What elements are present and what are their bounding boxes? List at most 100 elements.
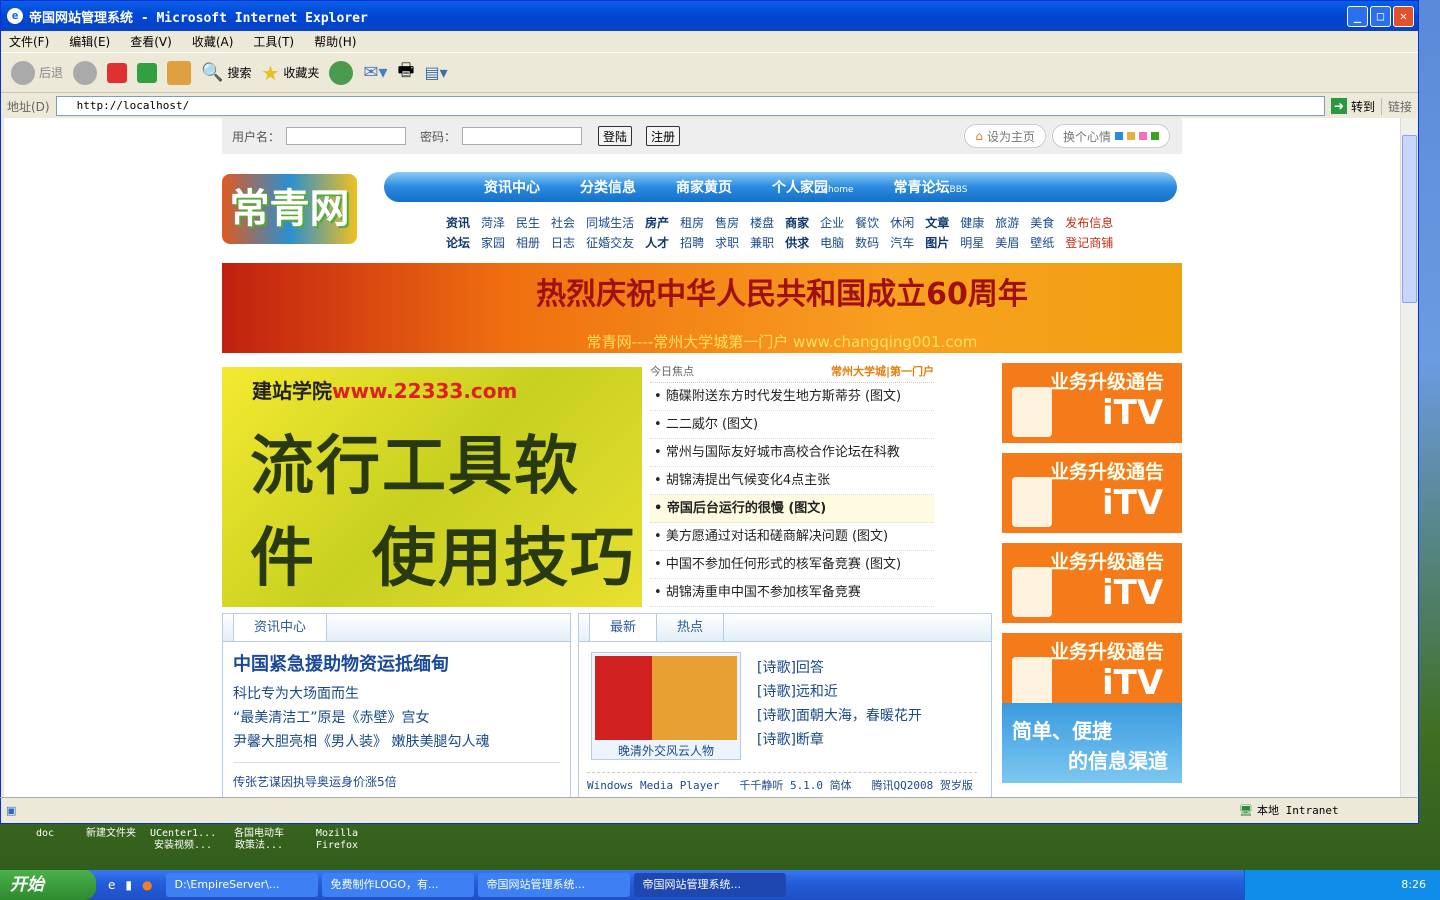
search-button[interactable]: 🔍 搜索 (201, 62, 251, 83)
nav-forum[interactable]: 常青论坛BBS (894, 177, 968, 197)
subnav-link[interactable]: 租房 (680, 214, 704, 231)
password-input[interactable] (462, 127, 583, 145)
subnav-link[interactable]: 售房 (715, 214, 739, 231)
print-button[interactable]: 🖶 (398, 58, 415, 88)
itv-ad[interactable]: 业务升级通告 iTV (1002, 453, 1182, 533)
tab-news-center[interactable]: 资讯中心 (233, 614, 328, 641)
mood-color-blue[interactable] (1115, 132, 1123, 140)
desktop-icon[interactable]: 新建文件夹 (78, 828, 144, 840)
subnav-link[interactable]: 民生 (516, 214, 540, 231)
subnav-link[interactable]: 文章 (925, 214, 949, 231)
menu-tools[interactable]: 工具(T) (253, 33, 294, 50)
download-links[interactable]: Windows Media Player 千千静听 5.1.0 简体 腾讯QQ2… (587, 772, 977, 793)
task-explorer[interactable]: D:\EmpireServer\... (166, 873, 319, 897)
menu-edit[interactable]: 编辑(E) (69, 33, 110, 50)
subnav-link[interactable]: 数码 (855, 234, 879, 251)
subnav-link[interactable]: 招聘 (680, 234, 704, 251)
desktop-icon[interactable]: 各国电动车 政策法... (226, 828, 292, 852)
subnav-link[interactable]: 求职 (715, 234, 739, 251)
subnav-link[interactable]: 美眉 (995, 234, 1019, 251)
subnav-link[interactable]: 楼盘 (750, 214, 774, 231)
subnav-link[interactable]: 人才 (645, 234, 669, 251)
focus-news-item[interactable]: • 随碟附送东方时代发生地方斯蒂芬 (图文) (650, 383, 934, 411)
subnav-link[interactable]: 美食 (1030, 214, 1054, 231)
mood-color-green[interactable] (1151, 132, 1159, 140)
tab-latest[interactable]: 最新 (589, 614, 658, 641)
close-button[interactable]: ✕ (1393, 6, 1414, 27)
subnav-link[interactable]: 健康 (960, 214, 984, 231)
stop-button[interactable] (107, 62, 128, 83)
news-headline[interactable]: 中国紧急援助物资运抵缅甸 (233, 650, 560, 676)
subnav-link[interactable]: 兼职 (750, 234, 774, 251)
poem-item[interactable]: [诗歌]断章 (757, 728, 922, 752)
itv-ad[interactable]: 业务升级通告 iTV (1002, 543, 1182, 623)
subnav-link[interactable]: 相册 (516, 234, 540, 251)
desktop-icon[interactable]: UCenter1... 安装视频... (150, 828, 216, 852)
minimize-button[interactable]: _ (1347, 6, 1368, 27)
subnav-link[interactable]: 图片 (925, 234, 949, 251)
mood-color-pink[interactable] (1139, 132, 1147, 140)
anniversary-banner[interactable]: 热烈庆祝中华人民共和国成立60周年 常青网----常州大学城第一门户 www.c… (222, 263, 1182, 353)
news-more-item[interactable]: 传张艺谋因执导奥运身价涨5倍 (233, 762, 560, 790)
clock[interactable]: 8:26 (1401, 878, 1426, 891)
subnav-link[interactable]: 同城生活 (586, 214, 634, 231)
nav-classifieds[interactable]: 分类信息 (580, 177, 636, 197)
book-card[interactable]: 晚清外交风云人物 (591, 652, 741, 760)
subnav-link[interactable]: 资讯 (446, 214, 470, 231)
itv-ad[interactable]: 业务升级通告 iTV (1002, 363, 1182, 443)
subnav-link[interactable]: 企业 (820, 214, 844, 231)
news-item[interactable]: 尹馨大胆亮相《男人装》 嫩肤美腿勾人魂 (233, 730, 560, 754)
subnav-link[interactable]: 旅游 (995, 214, 1019, 231)
subnav-link[interactable]: 菏泽 (481, 214, 505, 231)
subnav-link[interactable]: 征婚交友 (586, 234, 634, 251)
subnav-link[interactable]: 商家 (785, 214, 809, 231)
quicklaunch-ie-icon[interactable]: e (108, 878, 115, 892)
menu-help[interactable]: 帮助(H) (314, 33, 356, 50)
menu-favorites[interactable]: 收藏(A) (192, 33, 234, 50)
news-item[interactable]: “最美清洁工”原是《赤壁》宫女 (233, 706, 560, 730)
poem-item[interactable]: [诗歌]远和近 (757, 680, 922, 704)
set-home-button[interactable]: ⌂ 设为主页 (964, 124, 1046, 148)
subnav-link[interactable]: 供求 (785, 234, 809, 251)
subnav-link[interactable]: 日志 (551, 234, 575, 251)
subnav-link[interactable]: 壁纸 (1030, 234, 1054, 251)
focus-news-item[interactable]: • 胡锦涛提出气候变化4点主张 (650, 467, 934, 495)
favorites-button[interactable]: ★ 收藏夹 (261, 61, 319, 85)
info-channel-ad[interactable]: 简单、便捷 的信息渠道 (1002, 703, 1182, 783)
tab-hot[interactable]: 热点 (657, 614, 725, 641)
menu-file[interactable]: 文件(F) (9, 33, 49, 50)
focus-news-item[interactable]: • 中国不参加任何形式的核军备竞赛 (图文) (650, 551, 934, 579)
refresh-button[interactable] (137, 62, 158, 83)
scrollbar-thumb[interactable] (1402, 135, 1417, 303)
subnav-link[interactable]: 汽车 (890, 234, 914, 251)
subnav-link[interactable]: 电脑 (820, 234, 844, 251)
focus-news-item[interactable]: • 美方愿通过对话和磋商解决问题 (图文) (650, 523, 934, 551)
flash-slideshow[interactable]: 建站学院www.22333.com 流行工具软件 使用技巧 (222, 367, 642, 607)
focus-news-item[interactable]: • 二二威尔 (图文) (650, 411, 934, 439)
poem-item[interactable]: [诗歌]面朝大海，春暖花开 (757, 704, 922, 728)
task-logo[interactable]: 免费制作LOGO，有... (322, 873, 475, 897)
subnav-link[interactable]: 休闲 (890, 214, 914, 231)
back-button[interactable]: 后退 (11, 60, 63, 85)
links-button[interactable]: 链接 (1380, 97, 1412, 115)
quicklaunch-firefox-icon[interactable]: ● (142, 878, 152, 892)
itv-ad[interactable]: 业务升级通告 iTV (1002, 633, 1182, 713)
login-button[interactable]: 登陆 (598, 126, 633, 146)
nav-news[interactable]: 资讯中心 (484, 177, 540, 197)
task-empire-1[interactable]: 帝国网站管理系统... (478, 873, 631, 897)
focus-news-item[interactable]: • 常州与国际友好城市高校合作论坛在科教 (650, 439, 934, 467)
mail-button[interactable]: ✉▾ (363, 62, 387, 83)
home-button[interactable] (167, 60, 192, 85)
subnav-link[interactable]: 家园 (481, 234, 505, 251)
edit-button[interactable]: ▤▾ (425, 63, 448, 82)
nav-yellow-pages[interactable]: 商家黄页 (676, 177, 732, 197)
nav-home[interactable]: 个人家园home (772, 177, 854, 197)
history-button[interactable] (329, 60, 354, 85)
register-button[interactable]: 注册 (646, 126, 681, 146)
focus-news-item[interactable]: • 胡锦涛重申中国不参加核军备竞赛 (650, 579, 934, 607)
focus-news-item[interactable]: • 帝国后台运行的很慢 (图文) (650, 495, 934, 523)
quicklaunch-desktop-icon[interactable]: ▮ (125, 878, 132, 892)
site-logo[interactable]: 常青网 (222, 174, 357, 244)
subnav-link[interactable]: 房产 (645, 214, 669, 231)
go-button[interactable]: ➜ 转到 (1330, 98, 1375, 115)
